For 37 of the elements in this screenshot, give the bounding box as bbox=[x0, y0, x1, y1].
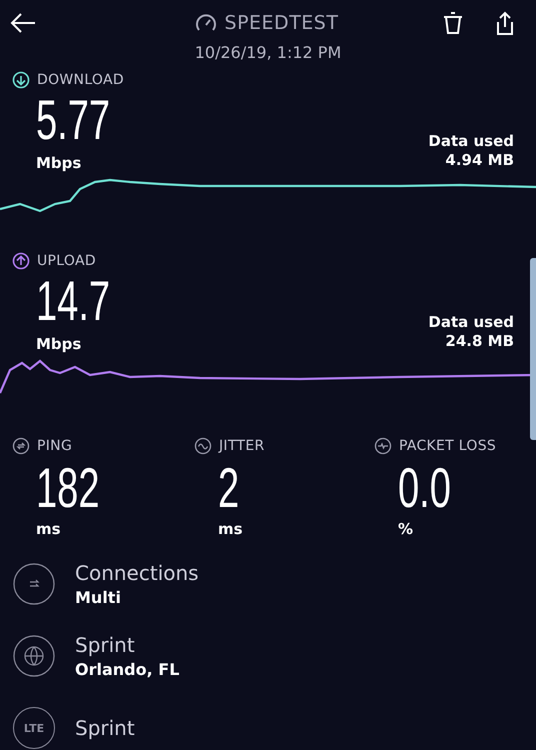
share-icon[interactable] bbox=[494, 11, 516, 35]
globe-icon bbox=[13, 635, 55, 677]
data-used-value: 4.94 MB bbox=[445, 151, 514, 170]
data-used-value: 24.8 MB bbox=[445, 332, 514, 351]
metric-label: JITTER bbox=[219, 438, 264, 454]
network-type-icon: LTE bbox=[13, 707, 55, 749]
packet-loss-icon bbox=[374, 437, 392, 455]
app-title: SPEEDTEST bbox=[224, 12, 338, 34]
jitter-icon bbox=[194, 437, 212, 455]
detail-title: Sprint bbox=[75, 633, 136, 657]
speed-value: 5.77 bbox=[36, 92, 110, 148]
ping-icon bbox=[12, 437, 30, 455]
metric-label: PING bbox=[37, 438, 72, 454]
test-date: 10/26/19, 1:12 PM bbox=[194, 43, 342, 62]
metric-value: 2 bbox=[218, 460, 240, 516]
trash-icon[interactable] bbox=[442, 11, 464, 35]
detail-title: Connections bbox=[75, 561, 199, 585]
detail-title: Sprint bbox=[75, 716, 135, 740]
data-used-label: Data used bbox=[428, 132, 514, 151]
section-label: DOWNLOAD bbox=[37, 72, 124, 88]
connections-icon bbox=[13, 563, 55, 605]
section-label: UPLOAD bbox=[37, 253, 96, 269]
speed-value: 14.7 bbox=[36, 273, 110, 329]
metric-value: 182 bbox=[36, 460, 100, 516]
back-icon[interactable] bbox=[10, 12, 36, 34]
metric-value: 0.0 bbox=[398, 460, 451, 516]
data-used-label: Data used bbox=[428, 313, 514, 332]
gauge-icon bbox=[194, 13, 217, 33]
detail-subtitle: Multi bbox=[75, 588, 122, 607]
scroll-bar[interactable] bbox=[530, 258, 536, 440]
detail-subtitle: Orlando, FL bbox=[75, 660, 180, 679]
metric-label: PACKET LOSS bbox=[399, 438, 496, 454]
speed-unit: Mbps bbox=[36, 154, 82, 172]
metric-unit: ms bbox=[36, 520, 62, 538]
speed-unit: Mbps bbox=[36, 335, 82, 353]
metric-unit: % bbox=[398, 520, 414, 538]
metric-unit: ms bbox=[218, 520, 244, 538]
